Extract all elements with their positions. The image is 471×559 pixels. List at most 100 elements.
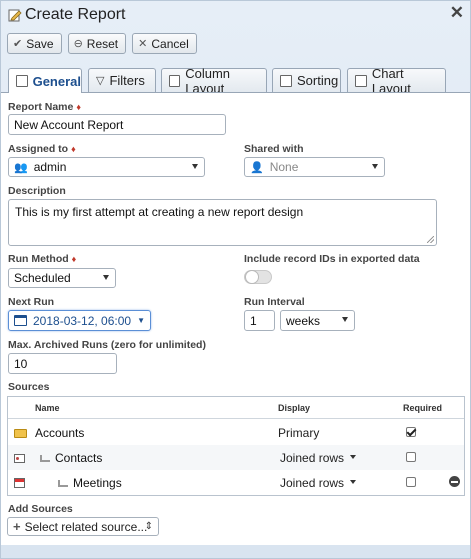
source-name: Accounts [14,426,84,440]
select-related-source[interactable]: + Select related source... ⇕ [7,517,159,536]
tree-branch-icon [40,454,50,462]
description-textarea[interactable]: This is my first attempt at creating a n… [8,199,437,246]
general-panel: Report Name ♦ New Account Report Assigned… [1,92,470,545]
shared-with-label: Shared with [244,143,304,155]
users-icon: 👥 [14,161,28,174]
required-checkbox[interactable] [406,477,416,487]
checkmark-icon: ✔ [13,38,23,50]
source-name: Contacts [14,451,102,465]
tab-general[interactable]: General [8,68,82,93]
run-interval-unit-select[interactable]: weeks [280,310,355,331]
sort-icon [280,74,292,87]
cancel-label: Cancel [151,36,189,51]
save-label: Save [26,36,54,51]
source-display-select[interactable]: Joined rows [278,448,360,467]
table-row[interactable]: Accounts Primary [8,420,464,445]
next-run-datetime-field[interactable]: 2018-03-12, 06:00 ▼ [8,310,151,331]
run-method-select[interactable]: Scheduled [8,268,116,288]
chevron-down-icon [103,275,109,280]
table-row[interactable]: Contacts Joined rows [8,445,464,470]
column-header-display: Display [278,403,311,413]
calendar-icon [14,478,25,488]
description-label: Description [8,185,66,197]
chevron-down-icon [342,317,348,322]
sources-table: Name Display Required Accounts Primary C… [7,396,465,496]
reset-icon: ⊖ [73,38,83,50]
run-interval-number-field[interactable]: 1 [244,310,275,331]
calendar-icon [14,315,27,326]
column-header-required: Required [403,403,443,413]
sources-label: Sources [8,381,50,393]
save-button[interactable]: ✔ Save [7,33,62,54]
shared-with-value: None [269,160,299,174]
assigned-to-label: Assigned to ♦ [8,143,76,155]
columns-icon [169,74,181,87]
report-icon [16,75,28,87]
assigned-to-value: admin [33,160,67,174]
column-header-name: Name [35,403,60,413]
source-name: Meetings [14,476,122,490]
reset-label: Reset [86,36,119,51]
reset-button[interactable]: ⊖ Reset [67,33,127,54]
description-text: This is my first attempt at creating a n… [15,205,304,219]
chart-icon [355,74,367,87]
max-archived-field[interactable]: 10 [8,353,117,374]
add-sources-label: Add Sources [8,503,73,515]
include-ids-label: Include record IDs in exported data [244,253,420,265]
cancel-icon: ✕ [138,38,148,50]
table-row[interactable]: Meetings Joined rows [8,470,464,495]
filter-icon: ▽ [96,75,105,87]
tree-branch-icon [58,479,68,487]
required-checkbox[interactable] [406,452,416,462]
create-report-dialog: Create Report ✕ ✔ Save ⊖ Reset ✕ Cancel … [0,0,471,559]
tab-chart-layout[interactable]: Chart Layout [347,66,446,96]
select-related-source-text: Select related source... [24,519,148,534]
tab-sorting[interactable]: Sorting [272,68,341,92]
tab-label: Chart Layout [371,65,411,96]
folder-icon [14,428,27,438]
tab-label: General [32,73,81,89]
include-ids-toggle[interactable] [244,270,272,284]
assigned-to-select[interactable]: 👥 admin [8,157,205,177]
chevron-down-icon [350,480,356,484]
tab-label: Column Layout [185,65,231,96]
next-run-value: 2018-03-12, 06:00 [33,313,132,328]
resize-handle-icon[interactable] [427,236,434,243]
chevron-updown-icon: ⇕ [144,521,153,532]
run-interval-label: Run Interval [244,296,305,308]
source-label: Contacts [55,451,103,465]
close-icon[interactable]: ✕ [450,4,464,22]
run-interval-unit-value: weeks [286,313,321,328]
chevron-down-icon [350,455,356,459]
source-display-value: Joined rows [280,475,345,490]
required-checkbox[interactable] [406,427,416,437]
sources-table-header: Name Display Required [8,397,464,419]
edit-report-icon [8,8,22,22]
source-display-select[interactable]: Joined rows [278,473,360,492]
tab-label: Filters [109,73,145,88]
shared-with-select[interactable]: 👤 None [244,157,385,177]
tab-filters[interactable]: ▽ Filters [88,68,156,92]
contact-card-icon [14,453,25,463]
run-method-label: Run Method ♦ [8,253,77,265]
chevron-down-icon: ▼ [137,316,146,325]
run-method-value: Scheduled [14,271,71,285]
toolbar: ✔ Save ⊖ Reset ✕ Cancel [7,33,197,54]
source-label: Meetings [73,476,122,490]
source-label: Accounts [35,426,85,440]
dialog-title: Create Report [25,6,126,23]
max-archived-label: Max. Archived Runs (zero for unlimited) [8,339,206,351]
user-icon: 👤 [250,161,264,174]
plus-icon: + [13,519,21,534]
remove-source-icon[interactable] [449,476,460,487]
cancel-button[interactable]: ✕ Cancel [132,33,197,54]
report-name-label: Report Name ♦ [8,101,81,113]
dialog-titlebar: Create Report ✕ [1,1,470,29]
chevron-down-icon [372,164,378,169]
report-name-field[interactable]: New Account Report [8,114,226,135]
next-run-label: Next Run [8,296,55,308]
tab-label: Sorting [297,73,339,88]
tab-column-layout[interactable]: Column Layout [161,66,267,96]
source-display: Primary [278,426,320,440]
toggle-knob [245,270,259,284]
